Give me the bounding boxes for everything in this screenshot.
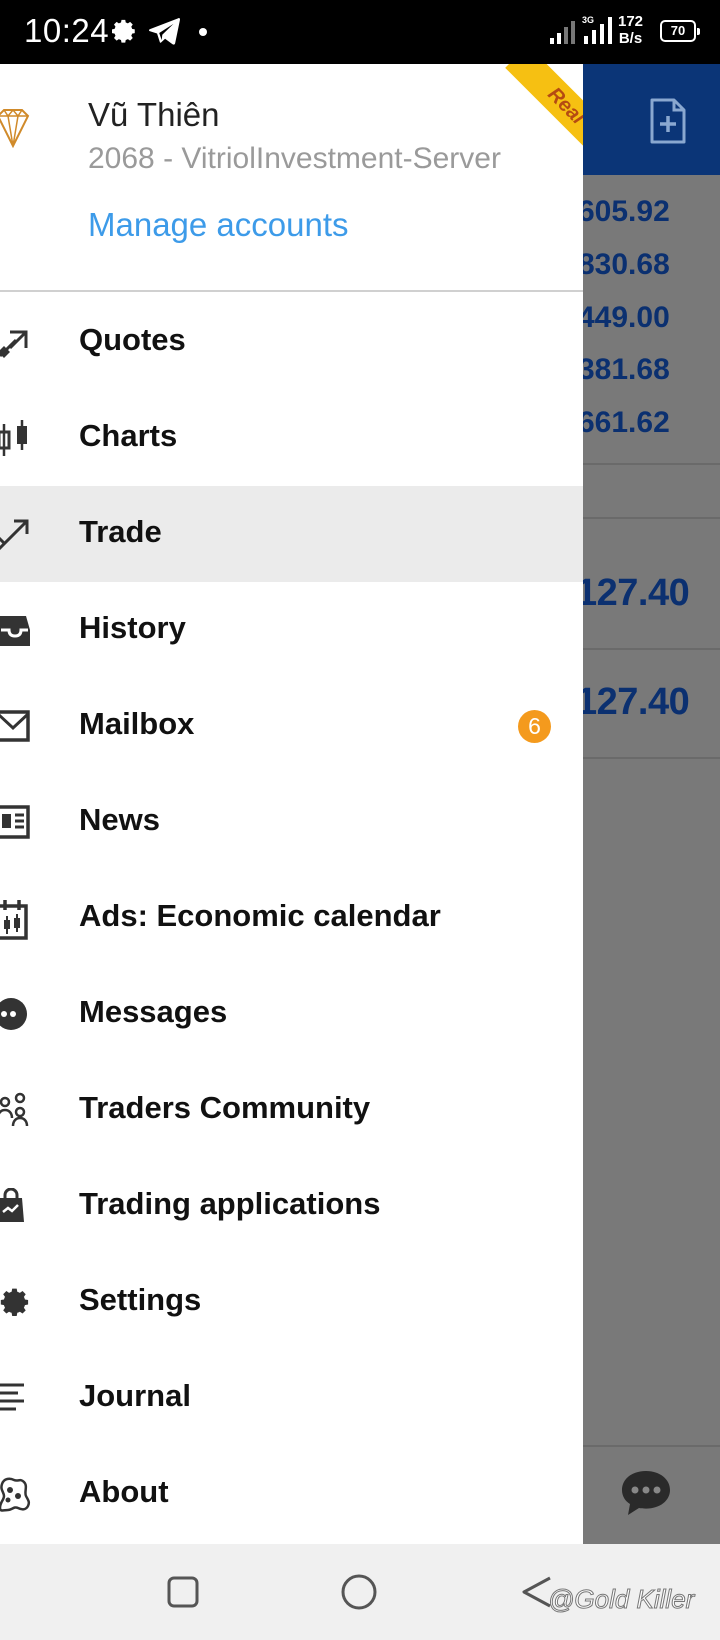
journal-icon	[0, 1380, 32, 1416]
settings-gear-icon	[0, 1284, 32, 1320]
about-icon	[0, 1476, 32, 1512]
signal-icon	[550, 20, 576, 49]
network-speed-unit: B/s	[618, 30, 643, 47]
chat-bubble-icon[interactable]	[620, 1469, 672, 1522]
watermark-text: @Gold Killer	[547, 1584, 695, 1615]
menu-item-label: Trade	[79, 514, 162, 549]
status-time: 10:24	[24, 12, 110, 49]
quote-value: 449.00	[578, 301, 670, 334]
telegram-icon	[148, 16, 180, 51]
menu-item-label: About	[79, 1474, 169, 1509]
messages-icon	[0, 996, 32, 1032]
menu-item-label: Settings	[79, 1282, 202, 1317]
menu-item-settings[interactable]: Settings	[0, 1254, 583, 1350]
menu-item-label: Quotes	[79, 322, 186, 357]
shopping-bag-icon	[0, 1187, 32, 1224]
mail-icon	[0, 708, 32, 744]
divider	[578, 463, 720, 465]
calendar-icon	[0, 900, 32, 940]
menu-item-trading-applications[interactable]: Trading applications	[0, 1158, 583, 1254]
menu-item-history[interactable]: History	[0, 582, 583, 678]
network-speed-value: 172	[618, 13, 644, 30]
drawer-menu: Quotes Charts Trade History Mailbox 6 Ne…	[0, 294, 583, 1542]
menu-item-label: Messages	[79, 994, 228, 1029]
dot-icon	[199, 28, 207, 36]
menu-item-label: News	[79, 802, 160, 837]
gear-icon	[108, 16, 138, 51]
divider	[578, 1445, 720, 1447]
app-logo-icon	[0, 108, 30, 153]
position-value: 127.40	[576, 572, 690, 614]
signal-3g-icon: 3G	[582, 14, 614, 49]
menu-item-news[interactable]: News	[0, 774, 583, 870]
manage-accounts-link[interactable]: Manage accounts	[88, 206, 349, 244]
newspaper-icon	[0, 804, 32, 840]
quote-value: 830.68	[578, 248, 670, 281]
quotes-icon	[0, 324, 32, 360]
menu-item-label: Traders Community	[79, 1090, 371, 1125]
menu-item-traders-community[interactable]: Traders Community	[0, 1062, 583, 1158]
account-type-ribbon: Real	[486, 64, 583, 161]
menu-item-label: Mailbox	[79, 706, 195, 741]
menu-item-label: Charts	[79, 418, 178, 453]
menu-item-label: Ads: Economic calendar	[79, 898, 441, 933]
candlestick-icon	[0, 420, 32, 456]
divider	[578, 757, 720, 759]
menu-item-label: History	[79, 610, 186, 645]
menu-item-label: Journal	[79, 1378, 191, 1413]
recents-button[interactable]	[167, 1576, 199, 1613]
menu-item-trade[interactable]: Trade	[0, 486, 583, 582]
navigation-drawer: Vũ Thiên 2068 - VitriolInvestment-Server…	[0, 64, 583, 1544]
quote-value: 605.92	[578, 195, 670, 228]
menu-item-economic-calendar[interactable]: Ads: Economic calendar	[0, 870, 583, 966]
status-bar: 10:24 3G 172 B/s 70	[0, 0, 720, 64]
divider	[578, 648, 720, 650]
community-icon	[0, 1092, 32, 1128]
menu-item-journal[interactable]: Journal	[0, 1350, 583, 1446]
menu-item-mailbox[interactable]: Mailbox 6	[0, 678, 583, 774]
add-document-icon[interactable]	[648, 98, 688, 149]
trade-icon	[0, 516, 32, 552]
battery-icon: 70	[660, 20, 700, 42]
account-server: 2068 - VitriolInvestment-Server	[88, 142, 501, 175]
quote-value: 381.68	[578, 353, 670, 386]
system-nav-bar: @Gold Killer	[0, 1544, 720, 1640]
menu-item-charts[interactable]: Charts	[0, 390, 583, 486]
menu-item-about[interactable]: About	[0, 1446, 583, 1542]
inbox-icon	[0, 612, 32, 648]
divider	[578, 517, 720, 519]
menu-item-quotes[interactable]: Quotes	[0, 294, 583, 390]
home-button[interactable]	[341, 1574, 377, 1615]
menu-item-messages[interactable]: Messages	[0, 966, 583, 1062]
unread-count-badge: 6	[518, 710, 551, 743]
drawer-divider	[0, 290, 583, 292]
quote-value: 661.62	[578, 406, 670, 439]
network-type-label: 3G	[582, 15, 594, 25]
account-name: Vũ Thiên	[88, 96, 220, 133]
account-type-badge: Real	[505, 64, 583, 161]
position-value: 127.40	[576, 681, 690, 723]
network-speed: 172 B/s	[618, 13, 643, 47]
menu-item-label: Trading applications	[79, 1186, 381, 1221]
